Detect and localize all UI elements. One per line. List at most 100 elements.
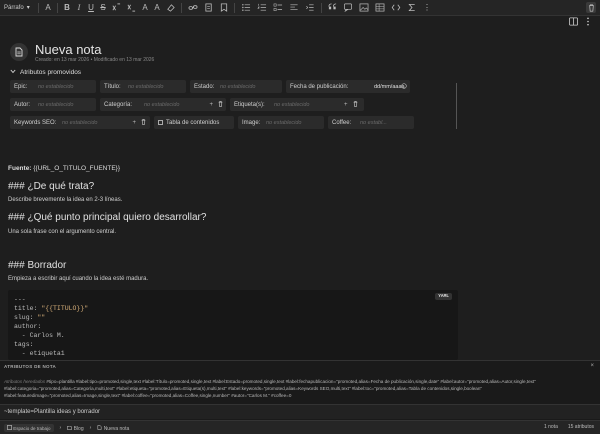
delete-icon[interactable] bbox=[353, 100, 358, 109]
attribute-label: Keywords SEO: bbox=[14, 119, 57, 126]
strikethrough-button[interactable]: S bbox=[98, 2, 108, 14]
attribute-fecha[interactable]: Fecha de publicación: dd/mm/aaaa bbox=[286, 80, 410, 93]
note-metadata: Creado: en 13 mar 2026 • Modificado en 1… bbox=[35, 57, 155, 63]
bold-button[interactable]: B bbox=[62, 2, 72, 14]
attribute-titulo-input[interactable]: no establecido bbox=[128, 84, 163, 90]
bullet-list-button[interactable] bbox=[239, 2, 253, 14]
attribute-autor-input[interactable]: no establecido bbox=[38, 102, 73, 108]
attributes-list[interactable]: Atributos heredados #tipo=plantilla #lab… bbox=[4, 378, 594, 399]
attribute-keywords[interactable]: Keywords SEO: no establecido + bbox=[10, 116, 150, 129]
attribute-estado-input[interactable]: no establecido bbox=[220, 84, 255, 90]
bullet-list-icon bbox=[242, 4, 251, 11]
attribute-tabla[interactable]: Tabla de contenidos bbox=[154, 116, 234, 129]
note-menu-button[interactable] bbox=[586, 17, 590, 28]
promoted-attributes-toggle[interactable]: Atributos promovidos bbox=[10, 69, 81, 76]
link-icon bbox=[188, 5, 198, 10]
attribute-label: Autor: bbox=[14, 101, 31, 108]
code-string: "{{TITULO}}" bbox=[41, 305, 89, 312]
quote-button[interactable] bbox=[326, 2, 339, 14]
delete-icon[interactable] bbox=[141, 118, 146, 127]
attribute-categoria[interactable]: Categoría: no establecido + bbox=[100, 98, 226, 111]
heading-borrador: ### Borrador bbox=[8, 260, 67, 271]
attribute-input[interactable]: ~template=Plantilla ideas y borrador bbox=[0, 404, 600, 419]
attribute-label: Categoría: bbox=[104, 101, 133, 108]
attribute-image-input[interactable]: no establecido bbox=[266, 120, 301, 126]
highlight-color-button[interactable]: A bbox=[152, 2, 162, 14]
table-icon bbox=[375, 3, 385, 12]
table-button[interactable] bbox=[373, 2, 387, 14]
yaml-code-block[interactable]: YAML --- title: "{{TITULO}}" slug: "" au… bbox=[8, 290, 458, 360]
attribute-coffee-input[interactable]: no establ... bbox=[360, 120, 387, 126]
attribute-label: Etiqueta(s): bbox=[234, 101, 265, 108]
attribute-categoria-input[interactable]: no establecido bbox=[144, 102, 179, 108]
math-button[interactable] bbox=[405, 2, 419, 14]
subscript-button[interactable] bbox=[125, 2, 138, 14]
breadcrumb-blog[interactable]: Blog bbox=[67, 425, 84, 432]
underline-button[interactable]: U bbox=[86, 2, 96, 14]
status-info: 1 nota 15 atributos bbox=[544, 424, 594, 430]
attribute-etiqueta-input[interactable]: no establecido bbox=[274, 102, 309, 108]
callout-icon bbox=[344, 3, 352, 12]
text-color-button[interactable]: A bbox=[140, 2, 150, 14]
callout-button[interactable] bbox=[341, 2, 355, 14]
indent-button[interactable] bbox=[303, 2, 317, 14]
attribute-titulo[interactable]: Título: no establecido bbox=[100, 80, 186, 93]
attribute-autor[interactable]: Autor: no establecido bbox=[10, 98, 96, 111]
numbered-list-button[interactable] bbox=[255, 2, 269, 14]
paragraph-style-label: Párrafo bbox=[4, 4, 24, 11]
attribute-etiqueta[interactable]: Etiqueta(s): no establecido + bbox=[230, 98, 364, 111]
attribute-image[interactable]: Image: no establecido bbox=[238, 116, 324, 129]
folder-icon bbox=[67, 425, 73, 430]
code-string: "" bbox=[37, 314, 46, 321]
attribute-label: Fecha de publicación: bbox=[290, 83, 349, 90]
subscript-icon bbox=[127, 4, 136, 12]
checklist-icon bbox=[273, 3, 283, 11]
italic-button[interactable]: I bbox=[74, 2, 84, 14]
font-size-button[interactable]: A bbox=[43, 2, 53, 14]
note-count[interactable]: 1 nota bbox=[544, 424, 558, 430]
attribute-count[interactable]: 15 atributos bbox=[568, 424, 594, 430]
add-value-icon[interactable]: + bbox=[209, 102, 213, 108]
internal-link-button[interactable] bbox=[202, 2, 216, 14]
toolbar-extra-button[interactable] bbox=[586, 2, 596, 13]
attribute-label: Coffee: bbox=[332, 119, 352, 126]
note-link-icon bbox=[205, 3, 212, 12]
attribute-coffee[interactable]: Coffee: no establ... bbox=[328, 116, 414, 129]
workspace-badge[interactable]: Espacio de trabajo bbox=[4, 424, 54, 432]
code-key: title: bbox=[14, 305, 42, 312]
split-view-button[interactable] bbox=[569, 17, 578, 28]
paragraph: Describe brevemente la idea en 2-3 línea… bbox=[8, 197, 123, 203]
close-icon[interactable]: × bbox=[590, 363, 594, 369]
note-type-icon-button[interactable] bbox=[10, 43, 28, 61]
paragraph-style-select[interactable]: Párrafo ▾ bbox=[4, 4, 34, 12]
attribute-epic[interactable]: Epic: no establecido bbox=[10, 80, 96, 93]
note-title[interactable]: Nueva nota bbox=[35, 42, 102, 57]
promoted-attributes-grid: Epic: no establecido Título: no establec… bbox=[10, 80, 456, 134]
calendar-icon[interactable] bbox=[401, 82, 407, 91]
todo-list-button[interactable] bbox=[271, 2, 285, 14]
attribute-estado[interactable]: Estado: no establecido bbox=[190, 80, 282, 93]
breadcrumb-label: Nueva nota bbox=[103, 425, 130, 432]
attribute-label: Tabla de contenidos bbox=[166, 119, 220, 126]
code-block-button[interactable] bbox=[389, 2, 403, 14]
workspace-icon bbox=[7, 425, 12, 430]
chevron-down-icon: ▾ bbox=[26, 5, 30, 11]
breadcrumb-separator: › bbox=[89, 425, 92, 431]
attribute-keywords-input[interactable]: no establecido bbox=[62, 120, 97, 126]
tabla-checkbox[interactable] bbox=[158, 120, 163, 125]
indent-icon bbox=[306, 4, 314, 11]
breadcrumb-note[interactable]: Nueva nota bbox=[97, 424, 130, 432]
clear-format-button[interactable] bbox=[164, 2, 177, 14]
attribute-epic-input[interactable]: no establecido bbox=[38, 84, 73, 90]
source-label: Fuente: bbox=[8, 165, 32, 172]
link-button[interactable] bbox=[186, 2, 200, 14]
add-value-icon[interactable]: + bbox=[132, 120, 136, 126]
bookmark-button[interactable] bbox=[218, 2, 230, 14]
more-options-button[interactable]: ⋮ bbox=[421, 2, 433, 14]
attribute-fecha-input[interactable]: dd/mm/aaaa bbox=[374, 84, 405, 90]
image-button[interactable] bbox=[357, 2, 371, 14]
align-button[interactable] bbox=[287, 2, 301, 14]
superscript-button[interactable] bbox=[110, 2, 123, 14]
add-value-icon[interactable]: + bbox=[344, 102, 348, 108]
delete-icon[interactable] bbox=[218, 100, 223, 109]
